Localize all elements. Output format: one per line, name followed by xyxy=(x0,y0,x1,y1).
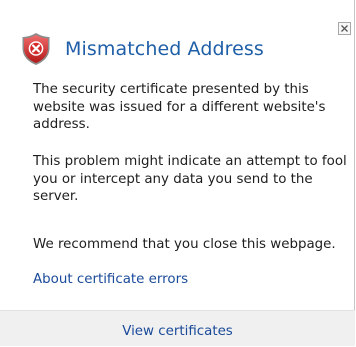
dialog-footer: View certificates xyxy=(0,310,355,346)
message-paragraph-recommendation: We recommend that you close this webpage… xyxy=(33,237,336,252)
view-certificates-link[interactable]: View certificates xyxy=(0,324,355,339)
close-button[interactable] xyxy=(338,22,351,35)
certificate-error-popup: Mismatched Address The security certific… xyxy=(0,0,355,346)
dialog-header: Mismatched Address xyxy=(21,32,264,66)
message-paragraph-certificate: The security certificate presented by th… xyxy=(33,82,326,132)
close-icon xyxy=(341,25,348,32)
about-certificate-errors-link[interactable]: About certificate errors xyxy=(33,272,188,287)
dialog-title: Mismatched Address xyxy=(65,38,264,60)
shield-error-icon xyxy=(22,33,50,65)
message-paragraph-warning: This problem might indicate an attempt t… xyxy=(33,154,347,204)
